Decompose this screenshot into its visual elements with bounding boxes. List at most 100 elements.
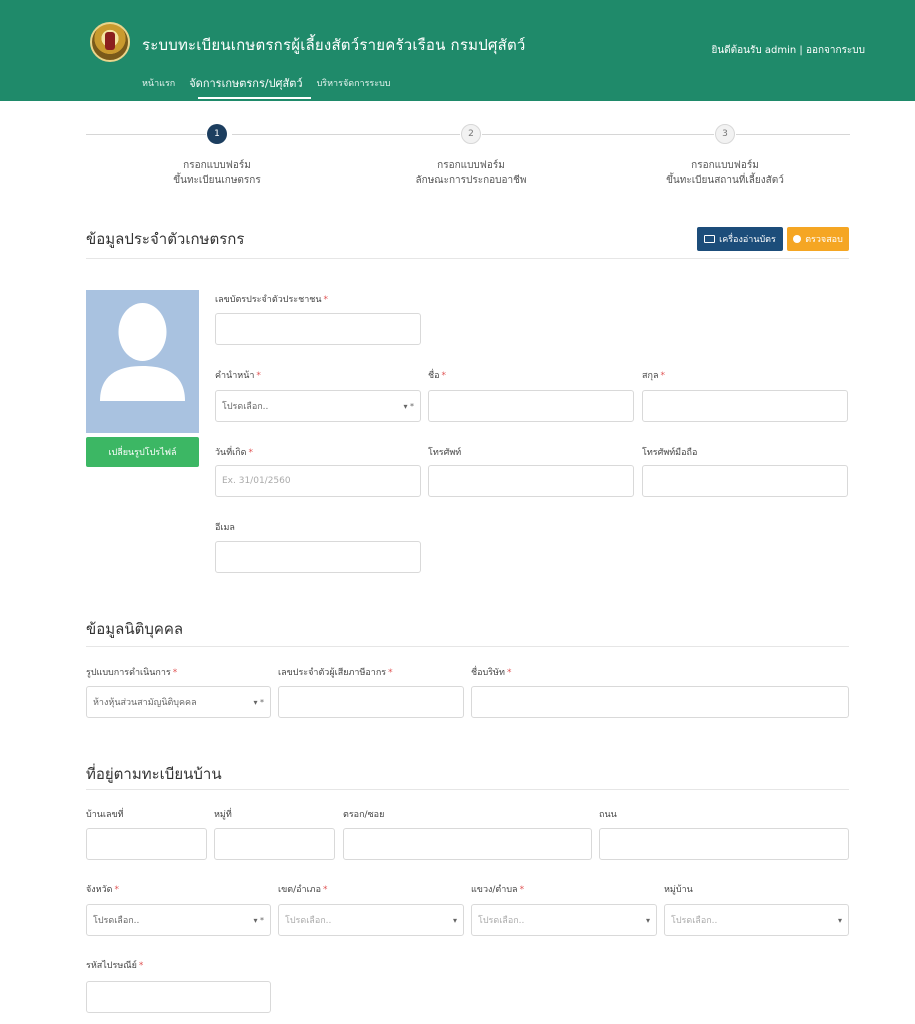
postcode-label: รหัสไปรษณีย์ * [86, 958, 143, 972]
department-logo [90, 22, 130, 62]
tax-id-label-text: เลขประจำตัวผู้เสียภาษีอากร [278, 668, 387, 678]
main-nav: หน้าแรก จัดการเกษตรกร/ปศุสัตว์ บริหารจัด… [142, 76, 405, 94]
step-2-label: กรอกแบบฟอร์ม ลักษณะการประกอบอาชีพ [371, 158, 571, 188]
phone-input[interactable] [428, 465, 634, 497]
moo-label: หมู่ที่ [214, 810, 232, 820]
village-label: หมู่บ้าน [664, 885, 693, 895]
required-asterisk: * [388, 668, 393, 678]
email-label: อีเมล [215, 523, 235, 533]
app-header: ระบบทะเบียนเกษตรกรผู้เลี้ยงสัตว์รายครัวเ… [0, 0, 915, 101]
firstname-input[interactable] [428, 390, 634, 422]
required-asterisk: * [114, 885, 120, 895]
section-title-address: ที่อยู่ตามทะเบียนบ้าน [86, 765, 222, 783]
prefix-label: คำนำหน้า * [215, 368, 261, 382]
lastname-label-text: สกุล [642, 371, 659, 381]
soi-label: ตรอก/ซอย [343, 810, 385, 820]
email-input[interactable] [215, 541, 421, 573]
phone-label: โทรศัพท์ [428, 448, 462, 458]
birthdate-label: วันที่เกิด * [215, 445, 253, 459]
province-label-text: จังหวัด [86, 885, 113, 895]
company-name-label: ชื่อบริษัท * [471, 665, 511, 679]
dropdown-caret-icon: ▾ * [253, 697, 264, 707]
step-2-line2: ลักษณะการประกอบอาชีพ [415, 175, 527, 186]
step-line [86, 134, 206, 135]
check-label: ตรวจสอบ [805, 235, 843, 245]
required-asterisk: * [323, 295, 329, 305]
prefix-select[interactable]: โปรดเลือก.. ▾ * [215, 390, 421, 422]
firstname-label: ชื่อ * [428, 368, 446, 382]
step-2-indicator[interactable]: 2 [461, 124, 481, 144]
mobile-label: โทรศัพท์มือถือ [642, 448, 698, 458]
card-reader-button[interactable]: เครื่องอ่านบัตร [697, 227, 783, 251]
check-circle-icon [793, 235, 802, 243]
firstname-label-text: ชื่อ [428, 371, 440, 381]
nav-manage-farmers[interactable]: จัดการเกษตรกร/ปศุสัตว์ [189, 74, 302, 92]
required-asterisk: * [138, 961, 144, 971]
prefix-select-value: โปรดเลือก.. [222, 402, 269, 412]
step-2-line1: กรอกแบบฟอร์ม [437, 160, 505, 171]
soi-input[interactable] [343, 828, 592, 860]
business-type-select[interactable]: ห้างหุ้นส่วนสามัญนิติบุคคล ▾ * [86, 686, 271, 718]
nav-system-admin[interactable]: บริหารจัดการระบบ [317, 76, 391, 94]
required-asterisk: * [256, 371, 261, 381]
lastname-input[interactable] [642, 390, 848, 422]
required-asterisk: * [506, 668, 512, 678]
subdistrict-select[interactable]: โปรดเลือก.. ▾ [471, 904, 657, 936]
road-label: ถนน [599, 810, 617, 820]
step-1-line1: กรอกแบบฟอร์ม [183, 160, 251, 171]
business-type-value: ห้างหุ้นส่วนสามัญนิติบุคคล [93, 698, 197, 708]
step-3-indicator[interactable]: 3 [715, 124, 735, 144]
house-number-label: บ้านเลขที่ [86, 810, 124, 820]
card-reader-label: เครื่องอ่านบัตร [719, 235, 776, 245]
section-title-personal: ข้อมูลประจำตัวเกษตรกร [86, 230, 245, 248]
id-number-label: เลขบัตรประจำตัวประชาชน * [215, 292, 328, 306]
id-number-input[interactable] [215, 313, 421, 345]
birthdate-placeholder: Ex. 31/01/2560 [222, 476, 291, 486]
company-name-label-text: ชื่อบริษัท [471, 668, 505, 678]
required-asterisk: * [441, 371, 447, 381]
lastname-label: สกุล * [642, 368, 665, 382]
user-silhouette-icon [100, 303, 185, 401]
required-asterisk: * [322, 885, 328, 895]
postcode-label-text: รหัสไปรษณีย์ [86, 961, 137, 971]
subdistrict-label: แขวง/ตำบล * [471, 882, 524, 896]
step-3-label: กรอกแบบฟอร์ม ขึ้นทะเบียนสถานที่เลี้ยงสัต… [625, 158, 825, 188]
road-input[interactable] [599, 828, 849, 860]
moo-input[interactable] [214, 828, 335, 860]
birthdate-label-text: วันที่เกิด [215, 448, 247, 458]
tax-id-label: เลขประจำตัวผู้เสียภาษีอากร * [278, 665, 393, 679]
required-asterisk: * [519, 885, 525, 895]
postcode-input[interactable] [86, 981, 271, 1013]
step-line [736, 134, 850, 135]
tax-id-input[interactable] [278, 686, 464, 718]
province-select[interactable]: โปรดเลือก.. ▾ * [86, 904, 271, 936]
dropdown-caret-icon: ▾ * [403, 401, 414, 411]
step-line [482, 134, 714, 135]
nav-active-indicator [198, 97, 311, 99]
district-select[interactable]: โปรดเลือก.. ▾ [278, 904, 464, 936]
village-select[interactable]: โปรดเลือก.. ▾ [664, 904, 849, 936]
company-name-input[interactable] [471, 686, 849, 718]
birthdate-input[interactable]: Ex. 31/01/2560 [215, 465, 421, 497]
house-number-input[interactable] [86, 828, 207, 860]
dropdown-caret-icon: ▾ * [253, 915, 264, 925]
check-button[interactable]: ตรวจสอบ [787, 227, 849, 251]
village-value: โปรดเลือก.. [671, 916, 718, 926]
required-asterisk: * [172, 668, 178, 678]
step-1-indicator[interactable]: 1 [207, 124, 227, 144]
site-title: ระบบทะเบียนเกษตรกรผู้เลี้ยงสัตว์รายครัวเ… [142, 36, 526, 54]
prefix-label-text: คำนำหน้า [215, 371, 255, 381]
dropdown-caret-icon: ▾ [837, 915, 842, 925]
district-label: เขต/อำเภอ * [278, 882, 327, 896]
mobile-input[interactable] [642, 465, 848, 497]
district-value: โปรดเลือก.. [285, 916, 332, 926]
id-card-icon [704, 235, 716, 243]
step-3-line1: กรอกแบบฟอร์ม [691, 160, 759, 171]
id-number-label-text: เลขบัตรประจำตัวประชาชน [215, 295, 322, 305]
step-line [232, 134, 460, 135]
section-divider [86, 646, 849, 647]
welcome-logout-link[interactable]: ยินดีต้อนรับ admin | ออกจากระบบ [711, 43, 865, 58]
step-1-line2: ขึ้นทะเบียนเกษตรกร [173, 175, 261, 186]
change-avatar-button[interactable]: เปลี่ยนรูปโปรไฟล์ [86, 437, 199, 467]
nav-home[interactable]: หน้าแรก [142, 76, 175, 94]
